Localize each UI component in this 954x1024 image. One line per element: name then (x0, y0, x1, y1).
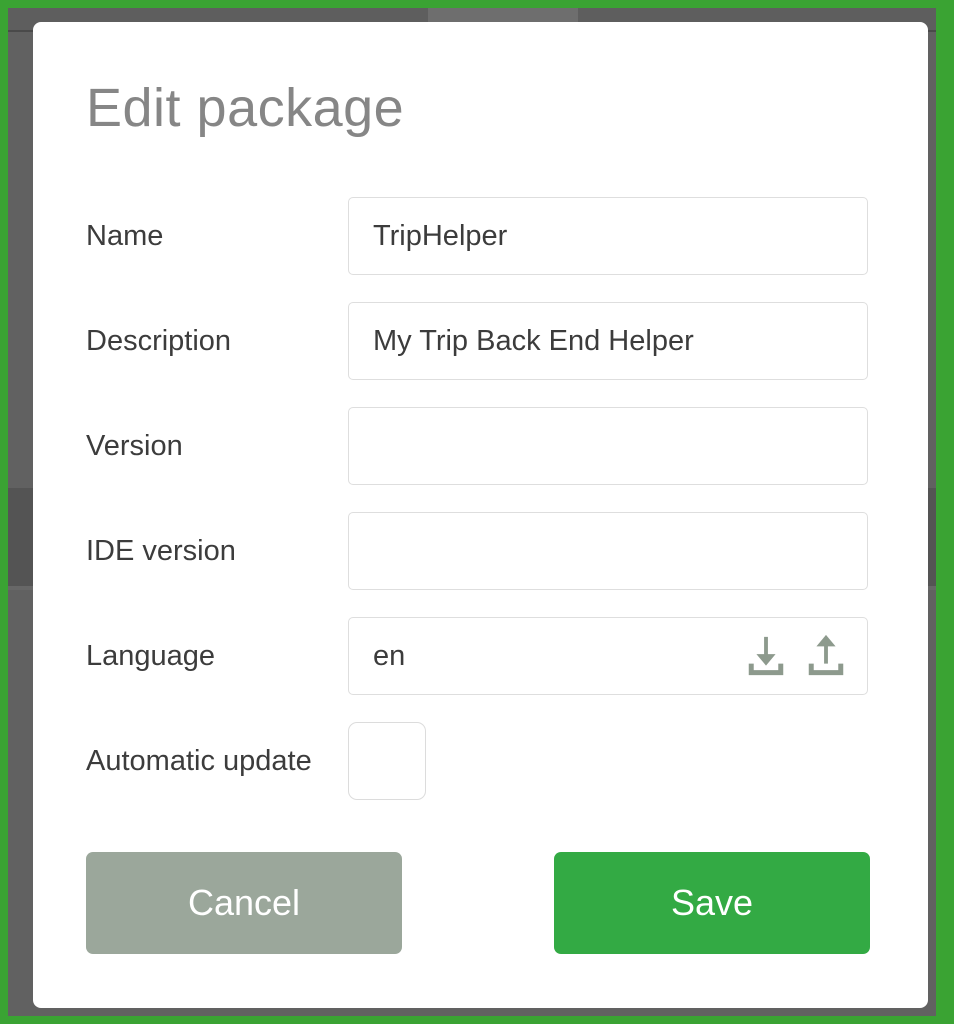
form-row-version: Version (33, 407, 928, 512)
language-label: Language (86, 640, 216, 672)
upload-icon[interactable] (803, 633, 849, 679)
version-input[interactable] (348, 407, 868, 485)
form-row-language: Language en (33, 617, 928, 722)
name-input-value: TripHelper (373, 220, 508, 252)
save-button[interactable]: Save (554, 852, 870, 954)
edit-package-dialog: Edit package Name TripHelper Description… (33, 22, 928, 1008)
language-input-value: en (373, 640, 406, 672)
language-input[interactable]: en (348, 617, 868, 695)
ide-version-label: IDE version (86, 535, 236, 567)
language-actions (743, 628, 849, 684)
download-icon[interactable] (743, 633, 789, 679)
ide-version-input[interactable] (348, 512, 868, 590)
form-row-description: Description My Trip Back End Helper (33, 302, 928, 407)
name-label: Name (86, 220, 164, 252)
dialog-footer: Cancel Save (33, 852, 928, 962)
form-row-automatic-update: Automatic update (33, 722, 928, 827)
description-label: Description (86, 325, 232, 357)
automatic-update-label: Automatic update (86, 745, 312, 777)
package-form: Name TripHelper Description My Trip Back… (33, 197, 928, 827)
cancel-button[interactable]: Cancel (86, 852, 402, 954)
page-title: Edit package (86, 78, 405, 138)
name-input[interactable]: TripHelper (348, 197, 868, 275)
description-input[interactable]: My Trip Back End Helper (348, 302, 868, 380)
version-label: Version (86, 430, 183, 462)
automatic-update-checkbox[interactable] (348, 722, 426, 800)
form-row-ide-version: IDE version (33, 512, 928, 617)
form-row-name: Name TripHelper (33, 197, 928, 302)
description-input-value: My Trip Back End Helper (373, 325, 694, 357)
screen: Edit package Name TripHelper Description… (0, 0, 954, 1024)
